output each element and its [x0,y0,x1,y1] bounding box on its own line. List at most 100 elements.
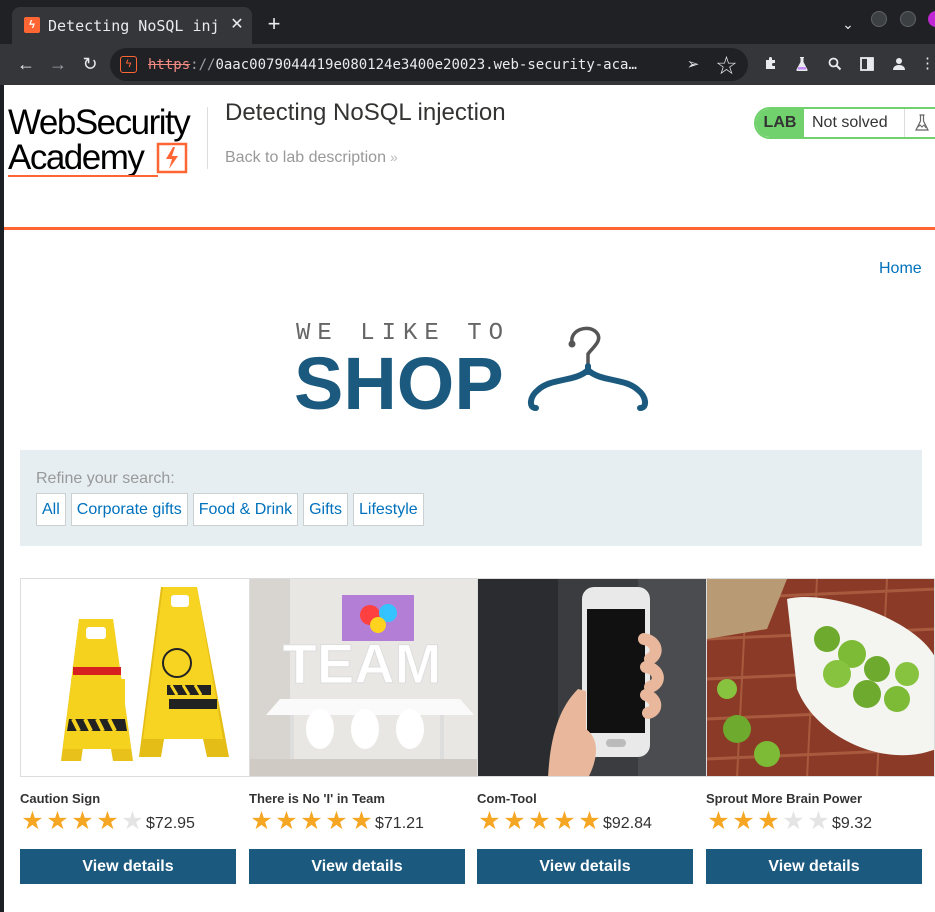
star-icon: ★ [275,807,298,835]
lab-status-text: Not solved [812,114,888,131]
logo-line-1: WebSecurity [8,103,191,142]
product-price: $9.32 [832,815,873,832]
double-chevron-right-icon: » [389,149,398,165]
window-minimize-icon[interactable] [871,11,887,27]
puzzle-icon[interactable] [760,53,782,75]
product-card: Sprout More Brain Power ★ ★ ★ ★ ★ $9.32 … [706,578,935,888]
star-icon: ★ [478,807,501,835]
product-rating: ★ ★ ★ ★ ★ $92.84 [477,807,652,835]
star-icon: ★ [757,807,780,835]
star-icon: ★ [553,807,576,835]
star-icon: ★ [732,807,755,835]
logo-line-2: Academy [8,138,145,177]
browser-chrome: ϟ Detecting NoSQL injection ✕ + ⌄ ← → ↻ … [0,0,935,85]
portswigger-favicon-icon: ϟ [24,17,40,33]
view-details-button[interactable]: View details [20,849,236,884]
filter-food-and-drink[interactable]: Food & Drink [192,493,299,526]
tab-title: Detecting NoSQL injection [48,17,218,35]
shop-banner: WE LIKE TO SHOP [294,318,654,422]
star-icon: ★ [300,807,323,835]
product-image-caution-sign[interactable] [20,578,251,777]
lab-title: Detecting NoSQL injection [225,99,506,126]
product-card: TEAM There is No 'I' in Team ★ ★ ★ ★ ★ $… [249,578,479,888]
filter-panel: Refine your search: All Corporate gifts … [20,450,922,546]
filter-all[interactable]: All [36,493,66,526]
svg-text:TEAM: TEAM [283,632,442,695]
star-icon: ★ [96,807,119,835]
product-price: $72.95 [146,815,195,832]
browser-tab[interactable]: ϟ Detecting NoSQL injection ✕ [12,7,252,44]
flask-icon[interactable] [791,53,813,75]
star-icon: ★ [250,807,273,835]
view-details-button[interactable]: View details [706,849,922,884]
star-icon: ★ [503,807,526,835]
star-empty-icon: ★ [121,807,144,835]
site-info-icon[interactable]: ϟ [120,56,137,73]
product-rating: ★ ★ ★ ★ ★ $9.32 [706,807,873,835]
product-name: There is No 'I' in Team [249,791,385,806]
back-to-lab-description-link[interactable]: Back to lab description» [225,149,398,167]
magnifier-icon[interactable] [824,53,846,75]
star-icon: ★ [578,807,601,835]
star-icon: ★ [528,807,551,835]
view-details-button[interactable]: View details [249,849,465,884]
filter-lifestyle[interactable]: Lifestyle [352,493,424,526]
close-tab-icon[interactable]: ✕ [228,16,246,34]
product-name: Sprout More Brain Power [706,791,863,806]
browser-toolbar: ← → ↻ ϟ https://0aac0079044419e080124e34… [0,44,935,85]
kebab-menu-icon[interactable]: ⋮ [920,53,935,75]
banner-word: SHOP [294,342,504,425]
product-image-com-tool[interactable] [477,578,707,777]
url-scheme: https [148,57,191,73]
product-rating: ★ ★ ★ ★ ★ $71.21 [249,807,424,835]
logo-bolt-icon [156,142,188,174]
window-close-icon[interactable] [928,11,935,27]
send-tab-icon[interactable]: ➢ [682,54,704,76]
person-icon[interactable] [888,53,910,75]
new-tab-icon[interactable]: + [262,13,286,37]
academy-header: WebSecurity Academy Detecting NoSQL inje… [4,85,935,230]
page-content: WebSecurity Academy Detecting NoSQL inje… [0,85,935,912]
back-link-label: Back to lab description [225,149,386,166]
sidebar-icon[interactable] [856,53,878,75]
filter-corporate-gifts[interactable]: Corporate gifts [70,493,188,526]
star-icon: ★ [707,807,730,835]
window-maximize-icon[interactable] [900,11,916,27]
star-icon: ★ [350,807,373,835]
view-details-button[interactable]: View details [477,849,693,884]
filter-label: Refine your search: [36,470,175,487]
url-separator: :// [190,57,216,73]
logo-underline [8,175,158,177]
reload-icon[interactable]: ↻ [78,52,102,76]
product-price: $71.21 [375,815,424,832]
url-text[interactable]: https://0aac0079044419e080124e3400e20023… [148,56,678,74]
bookmark-star-icon[interactable]: ☆ [714,54,739,79]
lab-badge: LAB [756,109,804,137]
star-icon: ★ [71,807,94,835]
product-card: Com-Tool ★ ★ ★ ★ ★ $92.84 View details [477,578,707,888]
product-card: Caution Sign ★ ★ ★ ★ ★ $72.95 View detai… [20,578,251,888]
product-name: Caution Sign [20,791,101,806]
header-divider [207,107,208,169]
product-image-team[interactable]: TEAM [249,578,479,777]
tab-strip: ϟ Detecting NoSQL injection ✕ + ⌄ [0,0,935,44]
home-link[interactable]: Home [879,260,922,278]
star-empty-icon: ★ [807,807,830,835]
product-price: $92.84 [603,815,652,832]
star-empty-icon: ★ [782,807,805,835]
product-image-sprouts[interactable] [706,578,935,777]
product-grid: Caution Sign ★ ★ ★ ★ ★ $72.95 View detai… [20,578,935,898]
forward-arrow-icon[interactable]: → [46,52,70,76]
star-icon: ★ [325,807,348,835]
tab-search-chevron-icon[interactable]: ⌄ [838,14,858,34]
product-rating: ★ ★ ★ ★ ★ $72.95 [20,807,195,835]
filter-gifts[interactable]: Gifts [303,493,348,526]
address-bar[interactable]: ϟ https://0aac0079044419e080124e3400e200… [110,48,748,81]
star-icon: ★ [46,807,69,835]
star-icon: ★ [21,807,44,835]
back-arrow-icon[interactable]: ← [14,52,38,76]
web-security-academy-logo[interactable]: WebSecurity Academy [8,105,208,179]
product-name: Com-Tool [477,791,537,806]
lab-status-widget: LAB Not solved [754,107,935,139]
url-host: 0aac0079044419e080124e3400e20023.web-sec… [215,57,637,73]
